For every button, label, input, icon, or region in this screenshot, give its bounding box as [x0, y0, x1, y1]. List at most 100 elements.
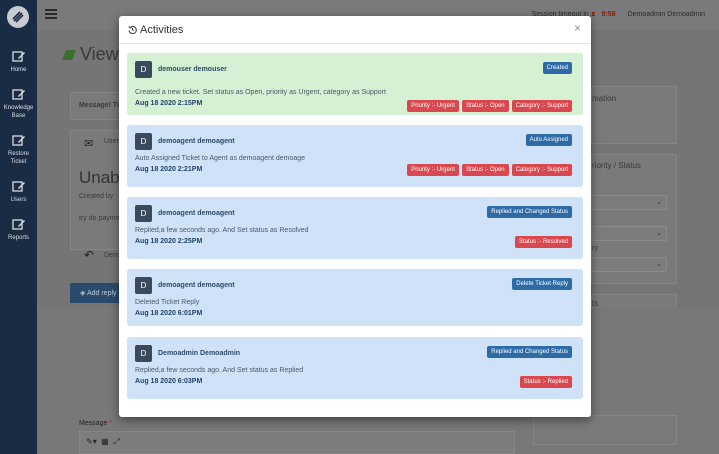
avatar: D: [135, 61, 152, 78]
activity-item: D Demoadmin Demoadmin Replied and Changed …: [127, 337, 583, 399]
activity-type-badge: Replied and Changed Status: [487, 206, 572, 218]
edit-icon: [11, 135, 25, 146]
sidebar: Home Knowledge Base Restore Ticket Users…: [0, 0, 37, 454]
activity-item: Ddemoagent demoagent Delete Ticket Reply D…: [127, 269, 583, 326]
activity-user-name: demoagent demoagent: [158, 210, 235, 217]
avatar: D: [135, 205, 152, 222]
activity-tags: Priority :- Urgent Status :- Open Category…: [407, 164, 572, 176]
user-tab[interactable]: User: [104, 138, 119, 145]
table-icon[interactable]: ▦: [101, 437, 109, 446]
edit-icon: [11, 181, 25, 192]
sidebar-item-restore-ticket[interactable]: Restore Ticket: [0, 134, 37, 166]
status-tag: Status :- Open: [461, 164, 509, 176]
message-editor[interactable]: [79, 431, 515, 454]
activity-user-name: demouser demouser: [158, 66, 227, 73]
envelope-icon: ✉: [84, 138, 94, 150]
sidebar-item-home[interactable]: Home: [0, 50, 37, 74]
sidebar-item-label: Home: [10, 67, 27, 73]
activity-item: Ddemouser demouser Created Created a new t…: [127, 53, 583, 115]
activity-tags: Priority :- Urgent Status :- Open Category…: [407, 100, 572, 112]
sidebar-item-knowledge-base[interactable]: Knowledge Base: [0, 88, 37, 120]
user-menu[interactable]: Demoadmin Demoadmin: [628, 11, 705, 18]
avatar: D: [135, 345, 152, 362]
priority-select[interactable]: ⌄: [591, 226, 667, 241]
activity-description: Deleted Ticket Reply: [135, 299, 200, 306]
status-tag: Category :- Support: [511, 164, 572, 176]
close-icon[interactable]: ×: [574, 22, 581, 34]
session-timer: 9:58: [601, 11, 616, 18]
created-by: Created by: [79, 193, 114, 200]
status-tag: Status :- Replied: [519, 376, 572, 388]
modal-title: Activities: [128, 24, 183, 36]
activity-type-badge: Delete Ticket Reply: [512, 278, 572, 290]
sidebar-item-users[interactable]: Users: [0, 180, 37, 204]
page-title-text: View: [80, 44, 119, 64]
add-reply-label: Add reply: [86, 290, 117, 297]
modal-title-text: Activities: [140, 24, 184, 36]
activity-date: Aug 18 2020 2:21PM: [135, 166, 203, 173]
brush-icon[interactable]: ✎▾: [86, 437, 97, 446]
activity-date: Aug 18 2020 6:03PM: [135, 378, 203, 385]
app-logo[interactable]: [7, 6, 29, 28]
ticket-title: Unabl: [79, 168, 124, 187]
category-select[interactable]: ⌄: [591, 257, 667, 272]
status-tag: Priority :- Urgent: [407, 100, 459, 112]
menu-toggle-icon[interactable]: [45, 9, 57, 19]
activity-date: Aug 18 2020 2:25PM: [135, 238, 203, 245]
edit-icon: [11, 219, 25, 230]
info-panel-title: mation: [592, 94, 617, 103]
tag-icon: ◈: [80, 290, 87, 297]
page-title: View: [62, 44, 119, 65]
activity-type-badge: Replied and Changed Status: [487, 346, 572, 358]
fullscreen-icon[interactable]: ⤢: [113, 437, 119, 446]
activity-date: Aug 18 2020 2:15PM: [135, 100, 203, 107]
activity-user-name: demoagent demoagent: [158, 282, 235, 289]
hourglass-icon: ⧗: [590, 11, 596, 18]
edit-icon: [11, 89, 25, 100]
activity-description: Replied,a few seconds ago. And Set statu…: [135, 367, 304, 374]
activity-description: Auto Assigned Ticket to Agent as demoage…: [135, 155, 306, 162]
chevron-down-icon: ⌄: [656, 199, 662, 206]
reply-arrow-icon[interactable]: ↶: [84, 248, 94, 262]
sidebar-item-label: Restore Ticket: [7, 151, 29, 165]
status-tag: Status :- Open: [461, 100, 509, 112]
chevron-down-icon: ⌄: [656, 230, 662, 237]
activity-item: Ddemoagent demoagent Replied and Changed …: [127, 197, 583, 259]
sidebar-item-label: Knowledge Base: [3, 105, 34, 119]
activity-type-badge: Created: [542, 62, 572, 74]
status-tag: Priority :- Urgent: [407, 164, 459, 176]
chevron-down-icon: ⌄: [656, 261, 662, 268]
bottom-side-panel: [533, 415, 677, 445]
sidebar-item-label: Users: [10, 197, 27, 203]
modal-header: Activities ×: [119, 16, 591, 44]
editor-toolbar: ✎▾ ▦ ⤢: [86, 437, 120, 447]
category-label: ry: [592, 245, 598, 252]
priority-panel-title: riority / Status: [592, 161, 641, 170]
avatar: D: [135, 277, 152, 294]
edit-icon: [11, 51, 25, 62]
message-label: Message *: [79, 420, 113, 427]
activity-user-name: Demoadmin Demoadmin: [158, 350, 241, 357]
bottom-right-panel-title: ts: [592, 299, 599, 308]
activity-type-badge: Auto Assigned: [525, 134, 572, 146]
activity-description: Created a new ticket. Set status as Open…: [135, 89, 386, 96]
activity-date: Aug 18 2020 6:01PM: [135, 310, 203, 317]
status-tag: Status :- Resolved: [514, 236, 572, 248]
avatar: D: [135, 133, 152, 150]
activity-item: Ddemoagent demoagent Auto Assigned Auto As…: [127, 125, 583, 187]
ticket-icon: [62, 50, 76, 60]
activities-modal: Activities × Ddemouser demouser Created Cr…: [119, 16, 591, 417]
activity-tags: Status :- Replied: [519, 376, 572, 388]
activity-description: Replied,a few seconds ago. And Set statu…: [135, 227, 309, 234]
history-icon: [128, 25, 137, 34]
activity-tags: Status :- Resolved: [514, 236, 572, 248]
sidebar-item-label: Reports: [7, 235, 29, 241]
message-alert-text: Message! Ti: [79, 102, 119, 109]
reply-author: Dem: [104, 252, 119, 259]
status-tag: Category :- Support: [511, 100, 572, 112]
logo-icon: [12, 11, 24, 23]
activity-user-name: demoagent demoagent: [158, 138, 235, 145]
ticket-body: try do payme: [79, 215, 120, 222]
status-select[interactable]: ⌄: [591, 195, 667, 210]
sidebar-item-reports[interactable]: Reports: [0, 218, 37, 242]
